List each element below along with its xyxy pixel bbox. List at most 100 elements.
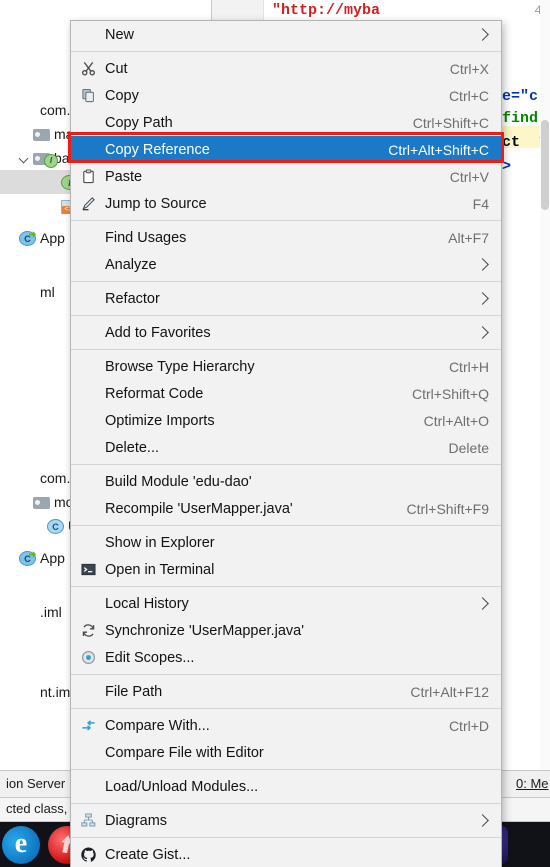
menu-item-label: Open in Terminal: [105, 561, 215, 578]
menu-item-label: Show in Explorer: [105, 534, 215, 551]
chevron-right-icon: [476, 258, 489, 271]
menu-item-new[interactable]: New: [71, 21, 501, 48]
menu-item-cut[interactable]: Cut Ctrl+X: [71, 55, 501, 82]
edge-icon[interactable]: e: [2, 826, 40, 864]
chevron-right-icon: [476, 326, 489, 339]
tree-twisty-spacer: [46, 176, 59, 189]
chevron-right-icon: [476, 28, 489, 41]
menu-item-no-icon: [77, 109, 99, 136]
menu-item-paste[interactable]: Paste Ctrl+V: [71, 163, 501, 190]
menu-item-label: Delete...: [105, 439, 159, 456]
scissors-icon: [77, 55, 99, 82]
chevron-right-icon: [476, 597, 489, 610]
tree-twisty-spacer: [4, 472, 17, 485]
menu-item-diagrams[interactable]: Diagrams: [71, 807, 501, 834]
menu-item-no-icon: [77, 590, 99, 617]
menu-item-copy-reference[interactable]: Copy Reference Ctrl+Alt+Shift+C: [71, 136, 501, 163]
menu-item-find-usages[interactable]: Find Usages Alt+F7: [71, 224, 501, 251]
interface-badge-icon: I: [44, 154, 58, 168]
menu-item-create-gist[interactable]: Create Gist...: [71, 841, 501, 867]
menu-item-local-history[interactable]: Local History: [71, 590, 501, 617]
menu-item-add-to-favorites[interactable]: Add to Favorites: [71, 319, 501, 346]
menu-item-no-icon: [77, 773, 99, 800]
menu-item-label: Synchronize 'UserMapper.java': [105, 622, 304, 639]
menu-item-refactor[interactable]: Refactor: [71, 285, 501, 312]
pencil-icon: [77, 190, 99, 217]
menu-item-shortcut: Ctrl+Alt+Shift+C: [388, 141, 489, 158]
menu-item-file-path[interactable]: File Path Ctrl+Alt+F12: [71, 678, 501, 705]
menu-item-label: Refactor: [105, 290, 160, 307]
menu-item-shortcut: F4: [472, 195, 489, 212]
menu-item-recompile-usermapper-java[interactable]: Recompile 'UserMapper.java' Ctrl+Shift+F9: [71, 495, 501, 522]
menu-item-shortcut: Ctrl+V: [449, 168, 489, 185]
project-file-context-menu[interactable]: New Cut Ctrl+X Copy Ctrl+C Copy Path Ctrl+Shif…: [70, 20, 502, 867]
menu-item-label: New: [105, 26, 135, 43]
menu-item-label: Browse Type Hierarchy: [105, 358, 255, 375]
menu-item-label: Copy: [105, 87, 139, 104]
menu-item-show-in-explorer[interactable]: Show in Explorer: [71, 529, 501, 556]
tree-twisty-spacer: [4, 606, 17, 619]
menu-separator: [71, 525, 501, 526]
menu-item-jump-to-source[interactable]: Jump to Source F4: [71, 190, 501, 217]
menu-item-browse-type-hierarchy[interactable]: Browse Type Hierarchy Ctrl+H: [71, 353, 501, 380]
menu-separator: [71, 349, 501, 350]
menu-item-copy[interactable]: Copy Ctrl+C: [71, 82, 501, 109]
chevron-right-icon: [476, 292, 489, 305]
tree-row-label: nt.iml: [40, 684, 74, 700]
menu-item-no-icon: [77, 353, 99, 380]
menu-item-label: Find Usages: [105, 229, 187, 246]
menu-item-label: Create Gist...: [105, 846, 191, 863]
tree-twisty-spacer: [18, 128, 31, 141]
scrollbar-thumb[interactable]: [541, 120, 549, 210]
menu-item-no-icon: [77, 739, 99, 766]
tool-window-messages[interactable]: 0: Me: [516, 776, 549, 791]
menu-item-no-icon: [77, 407, 99, 434]
spring-class-icon: C: [19, 231, 36, 246]
menu-item-label: Diagrams: [105, 812, 168, 829]
menu-item-reformat-code[interactable]: Reformat Code Ctrl+Shift+Q: [71, 380, 501, 407]
menu-item-no-icon: [77, 251, 99, 278]
clipboard-icon: [77, 163, 99, 190]
menu-item-build-module-edu-dao[interactable]: Build Module 'edu-dao': [71, 468, 501, 495]
menu-item-compare-file-with-editor[interactable]: Compare File with Editor: [71, 739, 501, 766]
tool-window-application-server[interactable]: ion Server: [6, 776, 65, 791]
menu-item-copy-path[interactable]: Copy Path Ctrl+Shift+C: [71, 109, 501, 136]
spring-class-icon: C: [19, 551, 36, 566]
menu-item-label: Build Module 'edu-dao': [105, 473, 252, 490]
refresh-icon: [77, 617, 99, 644]
menu-separator: [71, 837, 501, 838]
menu-item-label: Analyze: [105, 256, 157, 273]
diagram-icon: [77, 807, 99, 834]
menu-item-open-in-terminal[interactable]: Open in Terminal: [71, 556, 501, 583]
menu-item-analyze[interactable]: Analyze: [71, 251, 501, 278]
menu-item-no-icon: [77, 136, 99, 163]
menu-separator: [71, 315, 501, 316]
code-fragment: e="c: [502, 88, 539, 105]
folder-icon: [33, 497, 50, 509]
menu-separator: [71, 708, 501, 709]
menu-item-delete[interactable]: Delete... Delete: [71, 434, 501, 461]
menu-item-label: Optimize Imports: [105, 412, 215, 429]
menu-item-shortcut: Ctrl+H: [448, 358, 489, 375]
menu-item-label: Jump to Source: [105, 195, 207, 212]
tree-twisty-spacer: [4, 232, 17, 245]
menu-item-label: Recompile 'UserMapper.java': [105, 500, 293, 517]
menu-item-label: Paste: [105, 168, 143, 185]
menu-item-edit-scopes[interactable]: Edit Scopes...: [71, 644, 501, 671]
chevron-down-icon[interactable]: [18, 152, 31, 165]
menu-item-label: Copy Path: [105, 114, 173, 131]
menu-item-shortcut: Ctrl+Shift+F9: [406, 500, 489, 517]
menu-item-synchronize-usermapper-java[interactable]: Synchronize 'UserMapper.java': [71, 617, 501, 644]
tree-twisty-spacer: [4, 552, 17, 565]
menu-item-no-icon: [77, 224, 99, 251]
menu-item-label: Copy Reference: [105, 141, 210, 158]
menu-item-compare-with[interactable]: Compare With... Ctrl+D: [71, 712, 501, 739]
screenshot-root: com.exammappebaIUseUseCAppmlcom.exammode…: [0, 0, 550, 867]
menu-separator: [71, 220, 501, 221]
menu-item-load-unload-modules[interactable]: Load/Unload Modules...: [71, 773, 501, 800]
menu-item-label: Reformat Code: [105, 385, 204, 402]
tree-twisty-spacer: [46, 200, 59, 213]
menu-item-optimize-imports[interactable]: Optimize Imports Ctrl+Alt+O: [71, 407, 501, 434]
editor-vertical-scrollbar[interactable]: [540, 0, 550, 770]
compare-icon: [77, 712, 99, 739]
